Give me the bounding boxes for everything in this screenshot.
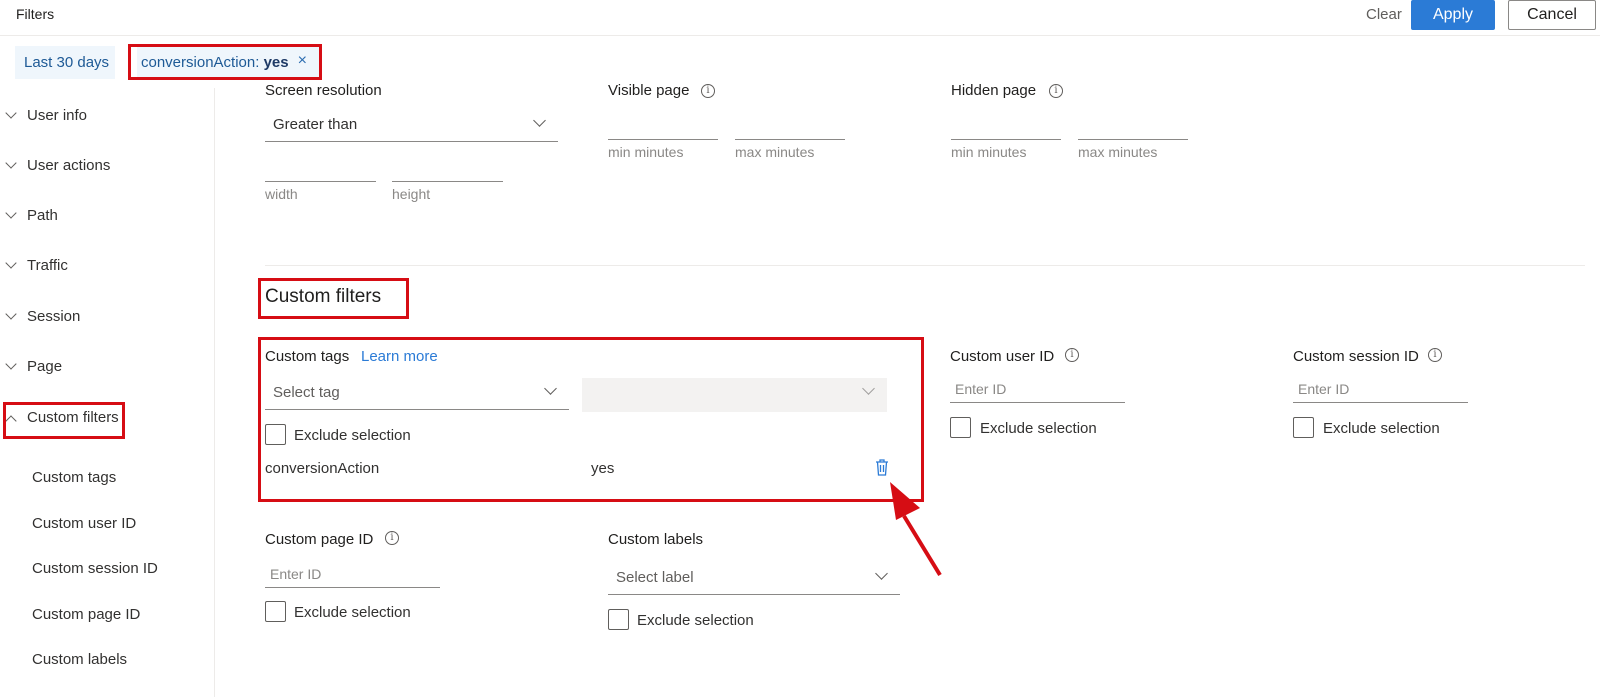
active-filter-value: yes bbox=[263, 54, 289, 71]
custom-filters-heading: Custom filters bbox=[265, 286, 382, 307]
exclude-selection-label: Exclude selection bbox=[1323, 420, 1440, 437]
sidebar-item-custom-filters[interactable]: Custom filters bbox=[0, 409, 214, 439]
close-icon[interactable]: × bbox=[298, 52, 307, 70]
sidebar-item-path[interactable]: Path bbox=[0, 207, 214, 237]
learn-more-link[interactable]: Learn more bbox=[361, 348, 438, 365]
sidebar-item-label: Page bbox=[27, 358, 63, 375]
sidebar-item-label: User info bbox=[27, 107, 88, 124]
sidebar-item-user-actions[interactable]: User actions bbox=[0, 157, 214, 187]
chevron-down-icon bbox=[5, 107, 17, 119]
select-label-dropdown[interactable]: Select label bbox=[608, 563, 900, 595]
cancel-button[interactable]: Cancel bbox=[1508, 0, 1596, 30]
info-icon[interactable]: i bbox=[701, 84, 715, 98]
visible-page-label: Visible page bbox=[608, 82, 690, 99]
custom-page-id-label: Custom page ID bbox=[265, 531, 374, 548]
sidebar-item-label: Traffic bbox=[27, 257, 68, 274]
tag-value-dropdown bbox=[582, 378, 887, 412]
tag-row-value: yes bbox=[591, 460, 615, 477]
visible-page-min-input[interactable] bbox=[608, 139, 718, 140]
custom-session-id-label: Custom session ID bbox=[1293, 348, 1419, 365]
dropdown-placeholder: Select tag bbox=[273, 384, 340, 401]
height-input[interactable] bbox=[392, 181, 503, 182]
sidebar-item-label: Custom filters bbox=[27, 409, 119, 426]
info-icon[interactable]: i bbox=[1065, 348, 1079, 362]
width-input[interactable] bbox=[265, 181, 376, 182]
exclude-selection-label: Exclude selection bbox=[980, 420, 1097, 437]
sidebar-item-traffic[interactable]: Traffic bbox=[0, 257, 214, 287]
hidden-page-max-label: max minutes bbox=[1078, 144, 1158, 160]
custom-user-id-exclude-checkbox[interactable] bbox=[950, 417, 971, 438]
custom-tags-label: Custom tags bbox=[265, 348, 350, 365]
hidden-page-min-label: min minutes bbox=[951, 144, 1027, 160]
chevron-down-icon bbox=[5, 308, 17, 320]
sidebar-item-label: Session bbox=[27, 308, 81, 325]
custom-page-id-exclude-checkbox[interactable] bbox=[265, 601, 286, 622]
sidebar-subitem-custom-page-id[interactable]: Custom page ID bbox=[32, 606, 140, 623]
chevron-down-icon bbox=[875, 567, 888, 580]
visible-page-min-label: min minutes bbox=[608, 144, 684, 160]
hidden-page-min-input[interactable] bbox=[951, 139, 1061, 140]
sidebar-item-label: Path bbox=[27, 207, 58, 224]
chevron-down-icon bbox=[862, 382, 875, 395]
custom-session-id-input[interactable]: Enter ID bbox=[1293, 377, 1468, 403]
custom-tags-exclude-checkbox[interactable] bbox=[265, 424, 286, 445]
custom-page-id-input[interactable]: Enter ID bbox=[265, 562, 440, 588]
clear-button[interactable]: Clear bbox=[1366, 6, 1402, 23]
sidebar-subitem-custom-session-id[interactable]: Custom session ID bbox=[32, 560, 158, 577]
date-range-pill[interactable]: Last 30 days bbox=[15, 46, 115, 79]
custom-user-id-input[interactable]: Enter ID bbox=[950, 377, 1125, 403]
hidden-page-max-input[interactable] bbox=[1078, 139, 1188, 140]
chevron-up-icon bbox=[5, 415, 17, 427]
exclude-selection-label: Exclude selection bbox=[294, 427, 411, 444]
hidden-page-label: Hidden page bbox=[951, 82, 1037, 99]
chevron-down-icon bbox=[533, 114, 546, 127]
sidebar-item-session[interactable]: Session bbox=[0, 308, 214, 338]
info-icon[interactable]: i bbox=[1049, 84, 1063, 98]
custom-labels-exclude-checkbox[interactable] bbox=[608, 609, 629, 630]
height-label: height bbox=[392, 186, 431, 202]
visible-page-max-label: max minutes bbox=[735, 144, 815, 160]
input-placeholder: Enter ID bbox=[270, 566, 322, 582]
exclude-selection-label: Exclude selection bbox=[637, 612, 754, 629]
sidebar-item-page[interactable]: Page bbox=[0, 358, 214, 388]
custom-user-id-label: Custom user ID bbox=[950, 348, 1055, 365]
chevron-down-icon bbox=[5, 207, 17, 219]
info-icon[interactable]: i bbox=[385, 531, 399, 545]
chevron-down-icon bbox=[5, 257, 17, 269]
active-filter-key: conversionAction: bbox=[141, 54, 260, 71]
exclude-selection-label: Exclude selection bbox=[294, 604, 411, 621]
dropdown-placeholder: Select label bbox=[616, 569, 694, 586]
chevron-down-icon bbox=[544, 382, 557, 395]
visible-page-max-input[interactable] bbox=[735, 139, 845, 140]
width-label: width bbox=[265, 186, 298, 202]
input-placeholder: Enter ID bbox=[1298, 381, 1350, 397]
sidebar-subitem-custom-labels[interactable]: Custom labels bbox=[32, 651, 127, 668]
screen-resolution-operator-dropdown[interactable]: Greater than bbox=[265, 110, 558, 142]
sidebar-subitem-custom-tags[interactable]: Custom tags bbox=[32, 469, 116, 486]
select-tag-dropdown[interactable]: Select tag bbox=[265, 378, 569, 410]
chevron-down-icon bbox=[5, 157, 17, 169]
sidebar-subitem-custom-user-id[interactable]: Custom user ID bbox=[32, 515, 136, 532]
filters-header: Filters Clear Apply Cancel bbox=[0, 0, 1600, 36]
active-filter-pill[interactable]: conversionAction: yes × bbox=[137, 46, 321, 79]
custom-labels-label: Custom labels bbox=[608, 531, 704, 548]
page-title: Filters bbox=[16, 6, 55, 22]
custom-session-id-exclude-checkbox[interactable] bbox=[1293, 417, 1314, 438]
section-divider bbox=[265, 265, 1585, 266]
tag-row-key: conversionAction bbox=[265, 460, 380, 477]
sidebar-item-user-info[interactable]: User info bbox=[0, 107, 214, 137]
dropdown-value: Greater than bbox=[273, 116, 358, 133]
screen-resolution-label: Screen resolution bbox=[265, 82, 382, 99]
apply-button[interactable]: Apply bbox=[1411, 0, 1495, 30]
input-placeholder: Enter ID bbox=[955, 381, 1007, 397]
sidebar-item-label: User actions bbox=[27, 157, 111, 174]
highlight-box-custom-tags bbox=[258, 337, 924, 502]
chevron-down-icon bbox=[5, 358, 17, 370]
trash-icon[interactable] bbox=[875, 458, 889, 476]
info-icon[interactable]: i bbox=[1428, 348, 1442, 362]
